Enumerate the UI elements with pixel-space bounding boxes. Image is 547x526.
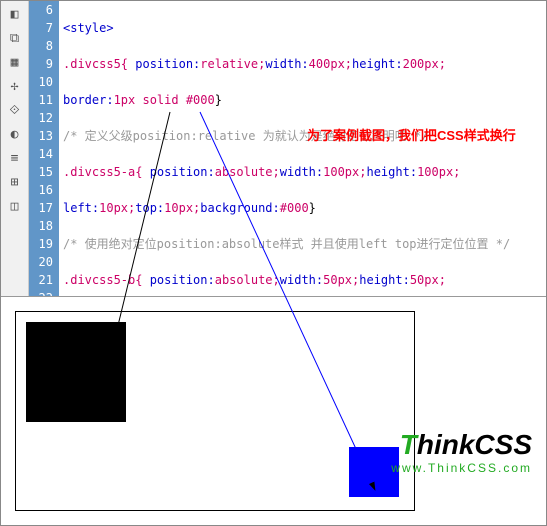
code-text: relative; bbox=[200, 57, 265, 71]
code-text: .divcss5-b{ bbox=[63, 273, 142, 287]
line-num: 11 bbox=[29, 91, 53, 109]
line-num: 18 bbox=[29, 217, 53, 235]
tool-icon[interactable]: ≡ bbox=[5, 148, 25, 168]
line-num: 6 bbox=[29, 1, 53, 19]
annotation-text: 为了案例截图，我们把CSS样式换行 bbox=[307, 127, 516, 145]
editor-area: ◧ ⧉ ▦ ✢ ⟐ ◐ ≡ ⊞ ◫ 6 7 8 9 10 11 12 13 14… bbox=[1, 1, 546, 297]
code-text: position: bbox=[142, 165, 214, 179]
line-num: 20 bbox=[29, 253, 53, 271]
tool-icon[interactable]: ✢ bbox=[5, 76, 25, 96]
code-text: /* 使用绝对定位position:absolute样式 并且使用left to… bbox=[63, 237, 510, 251]
wm-t: T bbox=[400, 429, 417, 460]
code-text: 100px; bbox=[417, 165, 460, 179]
code-text: 400px; bbox=[309, 57, 352, 71]
wm-hink: hink bbox=[417, 429, 475, 460]
code-text: left: bbox=[63, 201, 99, 215]
code-text: border: bbox=[63, 93, 114, 107]
line-num: 19 bbox=[29, 235, 53, 253]
code-text: 10px; bbox=[164, 201, 200, 215]
code-text: } bbox=[215, 93, 222, 107]
tool-icon[interactable]: ◫ bbox=[5, 196, 25, 216]
code-text: 100px; bbox=[323, 165, 366, 179]
wm-css: CSS bbox=[474, 429, 532, 460]
code-text: width: bbox=[265, 57, 308, 71]
preview-pane: ThinkCSS www.ThinkCSS.com bbox=[1, 297, 546, 525]
code-text: 50px; bbox=[323, 273, 359, 287]
line-num: 22 bbox=[29, 289, 53, 297]
line-num: 16 bbox=[29, 181, 53, 199]
code-text: position: bbox=[128, 57, 200, 71]
code-text: .divcss5-a{ bbox=[63, 165, 142, 179]
code-editor[interactable]: <style> .divcss5{ position:relative;widt… bbox=[59, 1, 546, 296]
code-text: width: bbox=[280, 273, 323, 287]
line-num: 9 bbox=[29, 55, 53, 73]
line-num: 10 bbox=[29, 73, 53, 91]
divcss5-container bbox=[15, 311, 415, 511]
code-text: .divcss5{ bbox=[63, 57, 128, 71]
tool-icon[interactable]: ◐ bbox=[5, 124, 25, 144]
tool-icon[interactable]: ⟐ bbox=[5, 100, 25, 120]
code-text: 50px; bbox=[410, 273, 446, 287]
line-num: 14 bbox=[29, 145, 53, 163]
line-num: 15 bbox=[29, 163, 53, 181]
code-text: background: bbox=[200, 201, 279, 215]
code-text: ; bbox=[439, 57, 446, 71]
code-text: absolute; bbox=[215, 273, 280, 287]
code-text: height: bbox=[352, 57, 403, 71]
code-text: width: bbox=[280, 165, 323, 179]
code-text: #000 bbox=[280, 201, 309, 215]
line-num: 17 bbox=[29, 199, 53, 217]
tool-icon[interactable]: ⊞ bbox=[5, 172, 25, 192]
code-text: position: bbox=[142, 273, 214, 287]
code-text: absolute; bbox=[215, 165, 280, 179]
line-num: 7 bbox=[29, 19, 53, 37]
tool-icon[interactable]: ▦ bbox=[5, 52, 25, 72]
code-text: } bbox=[309, 201, 316, 215]
watermark: ThinkCSS www.ThinkCSS.com bbox=[391, 429, 532, 475]
line-num: 21 bbox=[29, 271, 53, 289]
editor-window: ◧ ⧉ ▦ ✢ ⟐ ◐ ≡ ⊞ ◫ 6 7 8 9 10 11 12 13 14… bbox=[0, 0, 547, 526]
watermark-url: www.ThinkCSS.com bbox=[391, 461, 532, 475]
code-text: <style> bbox=[63, 21, 114, 35]
code-text: 200px bbox=[403, 57, 439, 71]
code-text: top: bbox=[135, 201, 164, 215]
divcss5-a-box bbox=[26, 322, 126, 422]
tool-icon[interactable]: ◧ bbox=[5, 4, 25, 24]
tool-icon[interactable]: ⧉ bbox=[5, 28, 25, 48]
watermark-title: ThinkCSS bbox=[391, 429, 532, 461]
toolbar: ◧ ⧉ ▦ ✢ ⟐ ◐ ≡ ⊞ ◫ bbox=[1, 1, 29, 296]
line-num: 12 bbox=[29, 109, 53, 127]
line-num: 8 bbox=[29, 37, 53, 55]
line-gutter: 6 7 8 9 10 11 12 13 14 15 16 17 18 19 20… bbox=[29, 1, 59, 296]
line-num: 13 bbox=[29, 127, 53, 145]
code-text: 10px; bbox=[99, 201, 135, 215]
code-text: height: bbox=[366, 165, 417, 179]
code-text: height: bbox=[359, 273, 410, 287]
code-text: 1px solid #000 bbox=[114, 93, 215, 107]
